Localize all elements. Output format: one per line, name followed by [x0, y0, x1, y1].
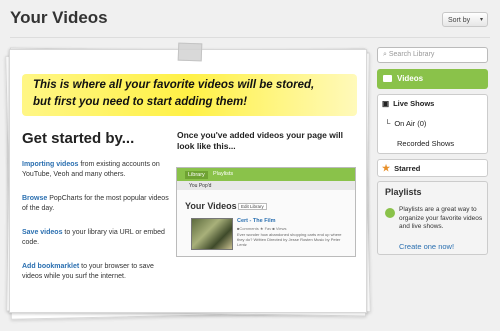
tip-bookmarklet: Add bookmarklet to your browser to save …	[22, 262, 172, 282]
sidebar-item-starred-label: Starred	[394, 164, 421, 173]
sidebar-item-live-shows[interactable]: ▣ Live Shows	[382, 99, 434, 108]
sidebar-item-on-air[interactable]: └ On Air (0)	[385, 119, 426, 128]
preview-title: Your Videos	[185, 201, 237, 211]
sort-by-label: Sort by	[448, 17, 471, 24]
tip-save: Save videos to your library via URL or e…	[22, 228, 172, 248]
chevron-down-icon: ▾	[479, 17, 483, 23]
import-videos-link[interactable]: Importing videos	[22, 161, 78, 168]
preview-video-description: Ever wonder how abandoned shopping carts…	[237, 232, 342, 247]
add-bookmarklet-link[interactable]: Add bookmarklet	[22, 263, 79, 270]
library-preview-image: Library Playlists You Pop'd Your Videos …	[176, 167, 356, 257]
playlists-heading: Playlists	[385, 187, 422, 197]
intro-line-1: This is where all your favorite videos w…	[33, 79, 315, 91]
preview-video-title: Cert - The Film	[237, 218, 276, 224]
sidebar-item-recorded-shows[interactable]: Recorded Shows	[397, 139, 454, 148]
sidebar-item-videos-label: Videos	[397, 74, 424, 83]
page-title: Your Videos	[10, 8, 108, 27]
search-input[interactable]: ⌕ Search Library	[377, 47, 488, 63]
playlists-description: Playlists are a great way to organize yo…	[399, 206, 483, 230]
preview-edit-button: Edit Library	[238, 203, 267, 210]
preview-heading: Once you've added videos your page will …	[177, 130, 343, 151]
preview-video-thumbnail	[191, 218, 233, 250]
tv-icon: ▣	[382, 99, 390, 108]
preview-video-meta: ■Comments ★ Fav ■ Views	[237, 226, 287, 231]
tip-browse: Browse PopCharts for the most popular vi…	[22, 194, 172, 214]
tip-import: Importing videos from existing accounts …	[22, 160, 172, 180]
preview-tab-library: Library	[185, 171, 208, 179]
sort-by-dropdown[interactable]: Sort by ▾	[442, 12, 488, 27]
sidebar-item-starred[interactable]: ★ Starred	[382, 163, 420, 174]
save-videos-link[interactable]: Save videos	[22, 229, 62, 236]
preview-sub-item: You Pop'd	[189, 183, 212, 189]
video-icon	[383, 75, 392, 82]
tape-decoration	[177, 42, 203, 62]
browse-link[interactable]: Browse	[22, 195, 47, 202]
sidebar-item-recorded-label: Recorded Shows	[397, 139, 455, 148]
search-placeholder: Search Library	[388, 51, 435, 58]
tree-branch-icon: └	[385, 119, 391, 128]
star-icon: ★	[382, 163, 391, 173]
sidebar-item-videos[interactable]: Videos	[377, 69, 488, 89]
create-playlist-link[interactable]: Create one now!	[399, 242, 454, 251]
intro-line-2: but first you need to start adding them!	[33, 96, 248, 108]
preview-tab-playlists: Playlists	[213, 171, 234, 177]
header-divider	[10, 37, 490, 38]
sidebar-item-on-air-label: On Air (0)	[394, 119, 427, 128]
playlist-icon	[385, 208, 395, 218]
sidebar-item-live-shows-label: Live Shows	[393, 99, 435, 108]
get-started-heading: Get started by...	[22, 130, 135, 147]
